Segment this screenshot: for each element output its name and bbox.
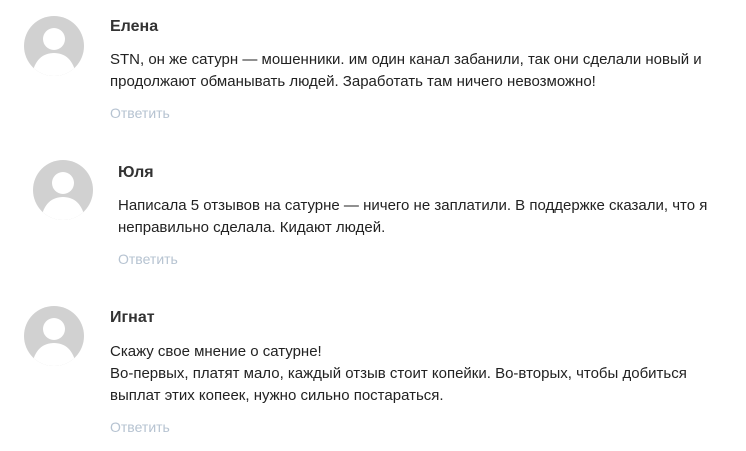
avatar (33, 160, 93, 220)
user-silhouette-icon (41, 172, 85, 220)
comment-text-line: STN, он же сатурн — мошенники. им один к… (110, 51, 702, 90)
avatar (24, 306, 84, 366)
comment-text-line: Написала 5 отзывов на сатурне — ничего н… (118, 197, 708, 236)
avatar (24, 16, 84, 76)
comment-text-line: Скажу свое мнение о сатурне! (110, 343, 322, 360)
reply-link[interactable]: Ответить (118, 250, 178, 268)
comment-text: Написала 5 отзывов на сатурне — ничего н… (118, 195, 730, 239)
comments-list: Елена STN, он же сатурн — мошенники. им … (0, 0, 746, 451)
user-silhouette-icon (32, 28, 76, 76)
reply-link[interactable]: Ответить (110, 418, 170, 436)
comment-author: Елена (110, 18, 159, 35)
comment-text: STN, он же сатурн — мошенники. им один к… (110, 49, 730, 93)
reply-link[interactable]: Ответить (110, 104, 170, 122)
user-silhouette-icon (32, 318, 76, 366)
comment-text-line: Во-первых, платят мало, каждый отзыв сто… (110, 365, 687, 404)
comment-text: Скажу свое мнение о сатурне! Во-первых, … (110, 341, 730, 407)
comment-author: Игнат (110, 309, 155, 326)
comment-author: Юля (118, 164, 154, 181)
